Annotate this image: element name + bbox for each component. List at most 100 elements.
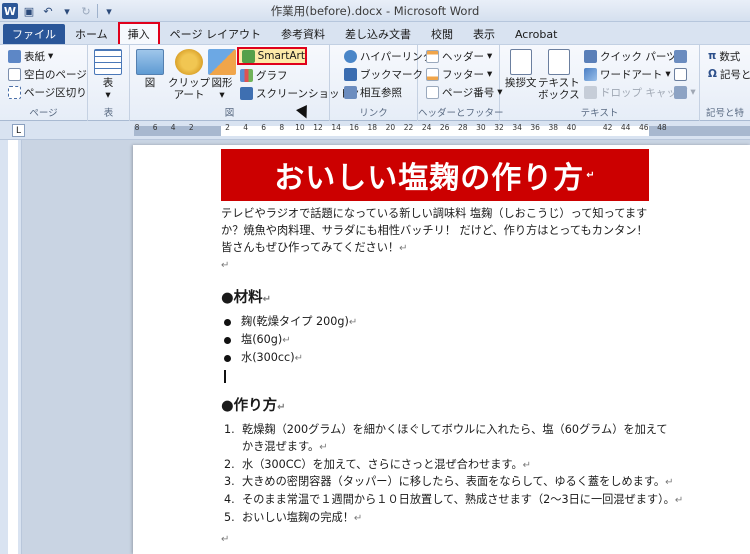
ruler-tick-label: 40 <box>566 123 577 132</box>
shapes-label: 図形 <box>211 77 233 89</box>
screenshot-icon <box>240 86 253 100</box>
ruler-tick-label: 46 <box>639 123 649 132</box>
cover-page-icon <box>8 49 21 63</box>
bookmark-label: ブックマーク <box>360 68 423 81</box>
wordart-button[interactable]: ワードアート ▾ <box>584 66 671 82</box>
smartart-icon <box>242 49 255 63</box>
step-text: そのまま常温で１週間から１０日放置して、熟成させます（2～3日に一回混ぜます）。 <box>242 493 675 506</box>
page-number-icon <box>426 85 439 99</box>
list-item[interactable]: 2. 水（300CC）を加えて、さらにさっと混ぜ合わせます。↵ <box>224 456 531 474</box>
table-button[interactable]: 表 ▾ <box>94 49 122 101</box>
group-label: 表 <box>103 108 114 119</box>
wordart-label: ワードアート <box>600 68 663 81</box>
list-item[interactable]: 1. 乾燥麹（200グラム）を細かくほぐしてボウルに入れたら、塩（60グラム）を加… <box>224 421 668 438</box>
clipart-label: クリップ アート <box>168 77 210 101</box>
header-icon <box>426 49 439 63</box>
list-item[interactable]: 4. そのまま常温で１週間から１０日放置して、熟成させます（2～3日に一回混ぜます… <box>224 491 683 509</box>
ruler-tick-label: 38 <box>548 123 559 132</box>
list-item[interactable]: 塩(60g)↵ <box>224 331 291 349</box>
bullet-icon <box>224 318 231 326</box>
vertical-ruler[interactable] <box>0 140 22 554</box>
list-item[interactable]: 5. おいしい塩麹の完成！↵ <box>224 509 362 527</box>
materials-heading[interactable]: ●材料↵ <box>221 286 271 307</box>
material-text: 水(300cc) <box>241 351 295 364</box>
list-item[interactable]: 3. 大きめの密閉容器（タッパー）に移したら、表面をならして、ゆるく蓋をしめます。… <box>224 473 674 491</box>
list-item[interactable]: 麹(乾燥タイプ 200g)↵ <box>224 313 357 331</box>
ruler-tick-label: 28 <box>458 123 468 132</box>
wordart-icon <box>584 67 597 81</box>
ruler-tick-label: 4 <box>170 123 176 132</box>
page-break-button[interactable]: ページ区切り <box>8 84 87 100</box>
date-time-icon[interactable] <box>674 66 687 82</box>
header-button[interactable]: ヘッダー ▾ <box>426 48 492 64</box>
quick-parts-icon <box>584 49 597 63</box>
paragraph-mark: ↵ <box>282 335 291 346</box>
footer-button[interactable]: フッター ▾ <box>426 66 492 82</box>
bookmark-button[interactable]: ブックマーク <box>344 66 423 82</box>
clipart-button[interactable]: クリップ アート <box>168 49 210 101</box>
picture-icon <box>136 49 164 75</box>
shapes-button[interactable]: 図形 ▾ <box>208 49 236 101</box>
intro-paragraph[interactable]: テレビやラジオで話題になっている新しい調味料 塩麹（しおこうじ）って知ってますか… <box>221 205 649 257</box>
equation-label: 数式 <box>719 50 741 63</box>
ruler-tick-label: 6 <box>261 123 267 132</box>
footer-icon <box>426 67 439 81</box>
tab-page-layout[interactable]: ページ レイアウト <box>160 24 271 44</box>
tab-review[interactable]: 校閲 <box>421 24 463 44</box>
tab-acrobat[interactable]: Acrobat <box>505 24 567 44</box>
greeting-icon <box>509 49 532 75</box>
paragraph-mark: ↵ <box>221 534 230 545</box>
textbox-button[interactable]: テキスト ボックス <box>538 49 580 101</box>
object-icon[interactable] <box>674 84 687 100</box>
page-number-button[interactable]: ページ番号 ▾ <box>426 84 503 100</box>
group-label: ヘッダーとフッター <box>418 108 504 119</box>
quick-parts-button[interactable]: クイック パーツ▾ <box>584 48 685 64</box>
paragraph-mark: ↵ <box>221 260 230 271</box>
greeting-label: 挨拶文 <box>505 77 537 89</box>
paragraph-mark: ↵ <box>399 243 408 254</box>
chart-button[interactable]: グラフ <box>240 67 288 83</box>
picture-button[interactable]: 図 <box>136 49 164 89</box>
ruler-tick-label: 2 <box>188 123 194 132</box>
equation-button[interactable]: π 数式 <box>708 48 740 64</box>
signature-line-icon[interactable] <box>674 48 687 64</box>
ruler-tick-label: 12 <box>313 123 323 132</box>
ribbon-tabs: ファイル ホーム 挿入 ページ レイアウト 参考資料 差し込み文書 校閲 表示 … <box>0 22 750 44</box>
list-item[interactable]: かき混ぜます。↵ <box>242 438 328 456</box>
step-number: 3. <box>224 475 235 488</box>
symbol-label: 記号とき <box>719 68 750 81</box>
tab-references[interactable]: 参考資料 <box>271 24 335 44</box>
cover-page-button[interactable]: 表紙 ▾ <box>8 48 53 64</box>
chevron-down-icon: ▾ <box>690 86 696 98</box>
table-label: 表 <box>102 77 114 89</box>
pi-icon: π <box>708 50 717 62</box>
horizontal-ruler[interactable]: L 8 6 4 2 2 4 6 8 10 12 14 16 18 20 22 24 26 28 30 32 34 36 38… <box>0 121 750 140</box>
ruler-margin-left <box>134 126 221 136</box>
tab-view[interactable]: 表示 <box>463 24 505 44</box>
cross-reference-button[interactable]: 相互参照 <box>344 84 402 100</box>
shapes-icon <box>208 49 236 75</box>
tab-selector[interactable]: L <box>12 124 25 137</box>
bullet-icon <box>224 336 231 344</box>
clipart-icon <box>175 49 203 75</box>
paragraph-mark: ↵ <box>665 477 674 488</box>
list-item[interactable]: 水(300cc)↵ <box>224 349 303 367</box>
document-title[interactable]: おいしい塩麹の作り方 ↵ <box>221 149 649 201</box>
tab-mailings[interactable]: 差し込み文書 <box>335 24 421 44</box>
tab-home[interactable]: ホーム <box>65 24 118 44</box>
smartart-button[interactable]: SmartArt <box>237 47 307 65</box>
greeting-button[interactable]: 挨拶文 <box>505 49 537 89</box>
group-label: 記号と特 <box>705 108 744 119</box>
group-label: リンク <box>359 108 388 119</box>
paragraph-mark: ↵ <box>353 513 363 524</box>
ruler-tick-label: 6 <box>152 123 158 132</box>
ruler-tick-label: 44 <box>620 123 631 132</box>
ruler-tick-label: 32 <box>494 123 504 132</box>
symbol-button[interactable]: Ω記号とき <box>708 66 750 82</box>
blank-page-button[interactable]: 空白のページ <box>8 66 87 82</box>
chevron-down-icon: ▾ <box>487 68 493 80</box>
ruler-tick-label: 2 <box>225 123 230 132</box>
method-heading[interactable]: ●作り方↵ <box>221 394 286 415</box>
tab-insert[interactable]: 挿入 <box>117 22 160 44</box>
tab-file[interactable]: ファイル <box>3 24 65 44</box>
